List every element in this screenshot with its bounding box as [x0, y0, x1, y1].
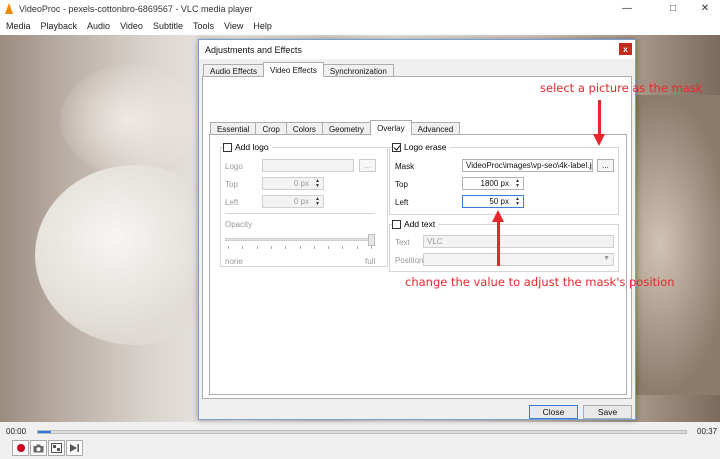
mask-left-spinbox[interactable]: 50 px ▲ ▼	[462, 195, 524, 208]
opacity-label: Opacity	[225, 220, 253, 229]
frame-step-icon	[70, 444, 79, 452]
checkbox-box	[223, 142, 232, 152]
slider-tick	[371, 246, 372, 249]
mask-browse-button[interactable]: ...	[597, 159, 614, 172]
spin-arrows-icon[interactable]: ▲ ▼	[513, 179, 522, 189]
frame-step-button[interactable]	[66, 440, 83, 456]
position-select[interactable]: ▼	[423, 253, 614, 266]
logo-erase-checkbox[interactable]: Logo erase	[392, 142, 450, 152]
tab-overlay[interactable]: Overlay	[370, 120, 412, 135]
overlay-pane: Add logo Logo ... Top 0 px ▲ ▼ Left 0 px …	[209, 134, 627, 395]
menu-audio[interactable]: Audio	[87, 21, 110, 31]
menu-bar: Media Playback Audio Video Subtitle Tool…	[0, 17, 720, 35]
tab-video-effects[interactable]: Video Effects	[263, 62, 324, 77]
annotation-arrow-down	[598, 100, 601, 134]
logo-left-value: 0 px	[293, 197, 309, 206]
mask-path-field[interactable]: VideoProc\images\vp-seo\4k-label.jpg	[462, 159, 593, 172]
slider-tick	[270, 246, 272, 249]
slider-tick	[228, 246, 229, 249]
add-text-checkbox[interactable]: Add text	[392, 219, 439, 229]
spin-arrows-icon[interactable]: ▲ ▼	[513, 197, 522, 207]
menu-media[interactable]: Media	[6, 21, 31, 31]
mask-top-spinbox[interactable]: 1800 px ▲ ▼	[462, 177, 524, 190]
spin-arrows-icon[interactable]: ▲ ▼	[313, 197, 322, 207]
slider-tick	[242, 246, 244, 249]
annotation-arrow-up-head	[492, 210, 504, 222]
annotation-position-text: change the value to adjust the mask's po…	[405, 275, 675, 289]
logo-path-field[interactable]	[262, 159, 354, 172]
opacity-slider-thumb[interactable]	[368, 234, 375, 246]
text-field[interactable]: VLC	[423, 235, 614, 248]
slider-tick	[256, 246, 258, 249]
close-button[interactable]: Close	[529, 405, 578, 419]
vlc-cone-icon	[5, 3, 14, 14]
logo-top-value: 0 px	[293, 179, 309, 188]
annotation-mask-text: select a picture as the mask	[540, 81, 703, 95]
mask-label: Mask	[395, 162, 415, 171]
logo-label: Logo	[225, 162, 243, 171]
minimize-icon[interactable]: —	[610, 0, 644, 17]
slider-tick	[356, 246, 358, 249]
loop-ab-button[interactable]	[48, 440, 65, 456]
opacity-slider[interactable]	[225, 238, 375, 241]
text-label: Text	[395, 238, 410, 247]
logo-left-label: Left	[225, 198, 239, 207]
playback-controls: 00:00 00:37	[0, 422, 720, 459]
logo-erase-label: Logo erase	[404, 142, 447, 152]
logo-top-label: Top	[225, 180, 238, 189]
opacity-max-label: full	[365, 257, 376, 266]
chevron-down-icon: ▼	[603, 255, 610, 262]
menu-video[interactable]: Video	[120, 21, 143, 31]
record-button[interactable]	[12, 440, 29, 456]
mask-left-label: Left	[395, 198, 409, 207]
position-label: Position	[395, 256, 424, 265]
checkbox-box	[392, 219, 401, 229]
close-window-icon[interactable]: ✕	[688, 0, 720, 17]
video-effects-pane: Essential Crop Colors Geometry Overlay A…	[202, 76, 632, 399]
time-total: 00:37	[697, 427, 718, 436]
menu-help[interactable]: Help	[253, 21, 272, 31]
menu-tools[interactable]: Tools	[193, 21, 214, 31]
menu-view[interactable]: View	[224, 21, 243, 31]
add-logo-checkbox[interactable]: Add logo	[223, 142, 272, 152]
dialog-close-icon[interactable]: x	[619, 43, 632, 55]
slider-tick	[313, 246, 315, 249]
camera-icon	[33, 444, 44, 452]
video-frame-shape	[60, 65, 200, 175]
mask-left-value: 50 px	[489, 197, 509, 206]
divider	[225, 213, 375, 214]
opacity-min-label: none	[225, 257, 243, 266]
snapshot-button[interactable]	[30, 440, 47, 456]
dialog-title: Adjustments and Effects	[199, 40, 635, 59]
window-title: VideoProc - pexels-cottonbro-6869567 - V…	[19, 3, 253, 14]
mask-top-value: 1800 px	[480, 179, 509, 188]
seek-progress	[38, 431, 51, 433]
loop-ab-icon	[51, 443, 62, 453]
slider-tick	[299, 246, 301, 249]
slider-tick	[342, 246, 344, 249]
menu-playback[interactable]: Playback	[41, 21, 78, 31]
record-icon	[16, 444, 25, 452]
mask-top-label: Top	[395, 180, 408, 189]
time-current: 00:00	[6, 427, 27, 436]
add-text-label: Add text	[404, 219, 436, 229]
spin-arrows-icon[interactable]: ▲ ▼	[313, 179, 322, 189]
checkbox-box	[392, 142, 401, 152]
logo-left-spinbox[interactable]: 0 px ▲ ▼	[262, 195, 324, 208]
seek-bar[interactable]	[37, 430, 687, 434]
annotation-arrow-down-head	[593, 134, 605, 146]
add-logo-label: Add logo	[235, 142, 269, 152]
slider-tick	[285, 246, 287, 249]
maximize-icon[interactable]: □	[656, 0, 690, 17]
menu-subtitle[interactable]: Subtitle	[153, 21, 183, 31]
logo-top-spinbox[interactable]: 0 px ▲ ▼	[262, 177, 324, 190]
adjustments-dialog: Adjustments and Effects x Audio Effects …	[198, 39, 636, 420]
video-frame-shape	[630, 95, 720, 395]
logo-browse-button[interactable]: ...	[359, 159, 376, 172]
save-button[interactable]: Save	[583, 405, 632, 419]
slider-tick	[328, 246, 330, 249]
annotation-arrow-up	[497, 222, 500, 266]
